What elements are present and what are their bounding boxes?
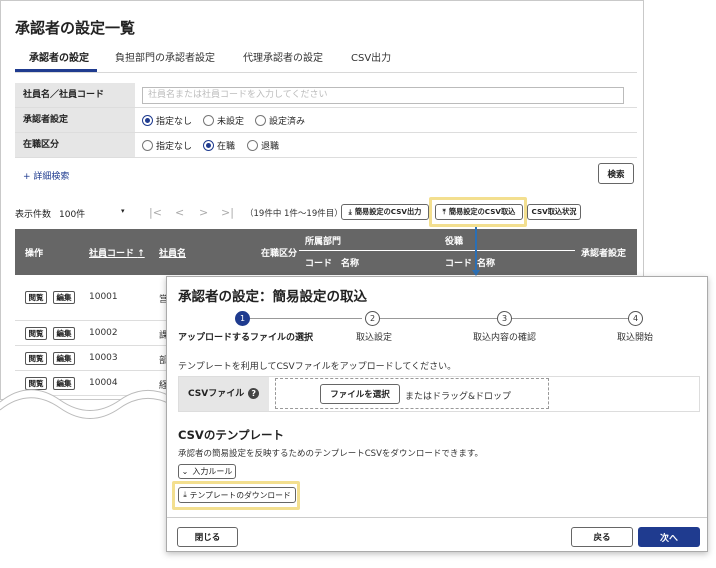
next-button[interactable]: 次へ: [638, 527, 700, 547]
col-dept-code: コード: [305, 259, 333, 269]
employee-filter-label: 社員名／社員コード: [15, 83, 135, 107]
detail-search-link[interactable]: + 詳細検索: [23, 169, 69, 182]
step-3-indicator: 3: [497, 311, 512, 326]
pointer-arrow-line: [475, 227, 477, 273]
drop-hint-text: またはドラッグ&ドロップ: [405, 392, 512, 402]
view-button[interactable]: 閲覧: [25, 291, 47, 304]
show-count-label: 表示件数: [15, 210, 52, 220]
edit-button[interactable]: 編集: [53, 352, 75, 365]
employee-code: 10001: [89, 292, 118, 302]
col-pos-code: コード: [445, 259, 473, 269]
step-4-label: 取込開始: [617, 333, 654, 343]
pager-first-icon[interactable]: |<: [149, 206, 162, 219]
torn-edge-decoration: [0, 389, 170, 422]
col-approver: 承認者設定: [581, 249, 627, 259]
col-action: 操作: [25, 249, 44, 259]
chevron-down-icon: ▾: [121, 207, 125, 215]
col-employment: 在職区分: [261, 249, 298, 259]
input-rules-button[interactable]: ⌄ 入力ルール: [178, 464, 236, 479]
step-1-indicator: 1: [235, 311, 250, 326]
chevron-down-icon: ⌄: [181, 467, 189, 476]
back-button[interactable]: 戻る: [571, 527, 633, 547]
employment-radio-none[interactable]: 指定なし: [142, 139, 192, 152]
csv-file-label: CSVファイル?: [179, 377, 269, 411]
employee-code: 10002: [89, 328, 118, 338]
col-position: 役職: [445, 237, 464, 247]
filter-row-employee: 社員名／社員コード 社員名または社員コードを入力してください: [15, 83, 637, 108]
pager-next-icon[interactable]: >: [199, 206, 208, 219]
show-count-select[interactable]: 100件 ▾: [59, 207, 129, 220]
step-3-label: 取込内容の確認: [473, 333, 537, 343]
view-button[interactable]: 閲覧: [25, 352, 47, 365]
table-header: 操作 社員コード ↑ 社員名 在職区分 所属部門 コード 名称 役職 コード 名…: [15, 229, 637, 275]
employment-filter-label: 在職区分: [15, 133, 135, 157]
step-connector: [512, 318, 629, 319]
employment-radio-active[interactable]: 在職: [203, 139, 235, 152]
step-2-indicator: 2: [365, 311, 380, 326]
download-icon: ⤓: [348, 207, 352, 216]
filter-row-employment: 在職区分 指定なし 在職 退職: [15, 133, 637, 158]
step-2-label: 取込設定: [356, 333, 393, 343]
record-count-text: （19件中 1件～19件目）: [245, 209, 343, 219]
modal-footer: 閉じる 戻る 次へ: [167, 517, 707, 552]
sort-up-icon: ↑: [137, 249, 145, 259]
view-button[interactable]: 閲覧: [25, 327, 47, 340]
employment-radio-retired[interactable]: 退職: [247, 139, 279, 152]
step-4-indicator: 4: [628, 311, 643, 326]
filter-row-approver: 承認者設定 指定なし 未設定 設定済み: [15, 108, 637, 133]
tab-dept-approver-settings[interactable]: 負担部門の承認者設定: [115, 49, 215, 64]
csv-file-row: CSVファイル? ファイルを選択 またはドラッグ&ドロップ: [178, 376, 700, 412]
template-description: 承認者の簡易設定を反映するためのテンプレートCSVをダウンロードできます。: [178, 449, 484, 459]
pager-prev-icon[interactable]: <: [175, 206, 184, 219]
employee-search-input[interactable]: 社員名または社員コードを入力してください: [142, 87, 624, 104]
step-connector: [380, 318, 497, 319]
page-title: 承認者の設定一覧: [15, 19, 136, 37]
col-dept-name: 名称: [341, 259, 360, 269]
pager-last-icon[interactable]: >|: [221, 206, 234, 219]
close-button[interactable]: 閉じる: [177, 527, 238, 547]
edit-button[interactable]: 編集: [53, 291, 75, 304]
approver-filter-label: 承認者設定: [15, 108, 135, 132]
step-connector: [243, 318, 362, 319]
csv-import-modal: 承認者の設定：簡易設定の取込 1 2 3 4 アップロードするファイルの選択 取…: [166, 276, 708, 552]
tab-bar: 承認者の設定 負担部門の承認者設定 代理承認者の設定 CSV出力: [15, 43, 637, 73]
active-tab-indicator: [15, 69, 97, 72]
tab-approver-settings[interactable]: 承認者の設定: [29, 49, 89, 64]
approver-radio-none[interactable]: 指定なし: [142, 114, 192, 127]
modal-title: 承認者の設定：簡易設定の取込: [178, 289, 367, 305]
csv-import-highlight: [429, 197, 527, 227]
tab-csv-output[interactable]: CSV出力: [351, 49, 391, 64]
approver-radio-unset[interactable]: 未設定: [203, 114, 244, 127]
edit-button[interactable]: 編集: [53, 327, 75, 340]
header-divider: [299, 250, 575, 251]
download-highlight: [172, 481, 300, 510]
employee-code: 10003: [89, 353, 118, 363]
csv-output-button[interactable]: ⤓ 簡易設定のCSV出力: [341, 204, 429, 220]
step-1-label: アップロードするファイルの選択: [178, 333, 314, 343]
file-drop-zone[interactable]: ファイルを選択 またはドラッグ&ドロップ: [275, 378, 549, 409]
csv-import-status-button[interactable]: CSV取込状況: [527, 204, 581, 220]
search-button[interactable]: 検索: [598, 163, 634, 184]
col-employee-name[interactable]: 社員名: [159, 246, 186, 259]
help-icon[interactable]: ?: [248, 388, 260, 399]
template-section-title: CSVのテンプレート: [178, 428, 284, 442]
col-dept: 所属部門: [305, 237, 342, 247]
col-pos-name: 名称: [477, 259, 496, 269]
col-employee-code[interactable]: 社員コード ↑: [89, 246, 145, 259]
choose-file-button[interactable]: ファイルを選択: [320, 384, 400, 404]
upload-description: テンプレートを利用してCSVファイルをアップロードしてください。: [178, 362, 457, 372]
tab-proxy-approver-settings[interactable]: 代理承認者の設定: [243, 49, 323, 64]
approver-radio-set[interactable]: 設定済み: [255, 114, 305, 127]
